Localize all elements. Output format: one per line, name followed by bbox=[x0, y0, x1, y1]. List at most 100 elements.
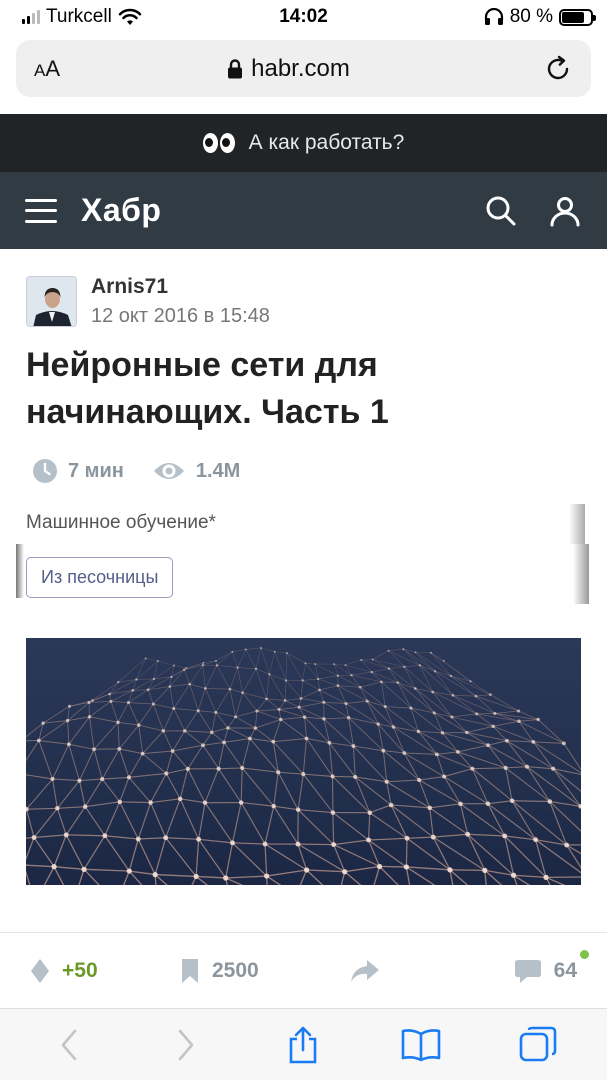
network-edge bbox=[172, 750, 189, 770]
scroll-fade-right bbox=[569, 504, 585, 544]
network-edge bbox=[211, 727, 229, 733]
network-node bbox=[63, 832, 69, 838]
sandbox-badge[interactable]: Из песочницы bbox=[26, 557, 174, 598]
share-article-button[interactable] bbox=[350, 959, 460, 983]
bookmark-button[interactable]: 2500 bbox=[180, 958, 350, 984]
tabs-button[interactable] bbox=[516, 1023, 560, 1067]
network-edge bbox=[83, 868, 100, 885]
network-edge bbox=[245, 649, 257, 669]
network-edge bbox=[198, 838, 227, 879]
network-edge bbox=[360, 681, 382, 688]
network-edge bbox=[391, 804, 430, 809]
forward-button[interactable] bbox=[164, 1023, 208, 1067]
signal-icon bbox=[22, 10, 40, 24]
rating-button[interactable]: +50 bbox=[30, 958, 180, 984]
network-edge bbox=[56, 780, 80, 809]
network-edge bbox=[260, 647, 270, 675]
network-edge bbox=[184, 730, 212, 733]
network-edge bbox=[302, 663, 306, 681]
network-edge bbox=[332, 775, 356, 778]
network-node bbox=[376, 722, 380, 726]
network-edge bbox=[278, 700, 286, 710]
network-edge bbox=[284, 680, 287, 701]
comments-button[interactable]: 64 bbox=[514, 949, 589, 984]
network-edge bbox=[318, 678, 339, 686]
network-edge bbox=[371, 671, 398, 683]
site-logo[interactable]: Хабр bbox=[81, 192, 454, 229]
network-edge bbox=[169, 686, 175, 709]
network-edge bbox=[52, 744, 70, 780]
battery-icon bbox=[559, 8, 596, 26]
network-edge bbox=[173, 708, 199, 712]
network-node bbox=[77, 778, 82, 783]
network-edge bbox=[467, 833, 514, 876]
network-edge bbox=[404, 666, 433, 693]
url-text[interactable]: habr.com bbox=[251, 55, 350, 83]
network-edge bbox=[381, 681, 398, 683]
network-edge bbox=[386, 779, 420, 783]
network-edge bbox=[235, 692, 243, 717]
network-edge bbox=[264, 806, 275, 845]
site-header: Хабр bbox=[0, 172, 607, 249]
avatar[interactable] bbox=[26, 276, 77, 327]
network-node bbox=[265, 697, 268, 701]
article-title[interactable]: Нейронные сети для начинающих. Часть 1 bbox=[26, 342, 586, 436]
network-edge bbox=[505, 767, 551, 802]
network-node bbox=[238, 800, 244, 805]
network-node bbox=[316, 677, 320, 681]
tabs-icon bbox=[519, 1026, 557, 1061]
network-edge bbox=[297, 774, 304, 810]
reload-icon[interactable] bbox=[543, 54, 573, 84]
network-edge bbox=[89, 701, 112, 718]
network-edge bbox=[264, 843, 307, 871]
chevron-left-icon bbox=[61, 1029, 76, 1060]
network-edge bbox=[418, 779, 461, 805]
network-edge bbox=[255, 668, 270, 675]
author-name[interactable]: Arnis71 bbox=[91, 275, 270, 299]
hub-link[interactable]: Машинное обучение* bbox=[26, 512, 216, 534]
network-edge bbox=[223, 742, 243, 769]
network-node bbox=[215, 659, 218, 662]
network-node bbox=[183, 668, 186, 672]
network-edge bbox=[128, 702, 154, 705]
network-node bbox=[416, 729, 421, 734]
network-node bbox=[469, 680, 472, 683]
network-edge bbox=[475, 694, 491, 697]
network-node bbox=[254, 667, 258, 671]
network-node bbox=[271, 803, 276, 809]
banner-text[interactable]: А как работать? bbox=[249, 131, 405, 155]
search-icon[interactable] bbox=[484, 194, 518, 228]
network-edge bbox=[128, 702, 140, 726]
network-edge bbox=[429, 803, 461, 809]
network-edge bbox=[88, 702, 90, 717]
network-edge bbox=[418, 779, 431, 809]
network-edge bbox=[323, 701, 346, 704]
network-edge bbox=[299, 869, 308, 885]
menu-icon[interactable] bbox=[25, 198, 57, 223]
network-edge bbox=[418, 731, 459, 753]
network-node bbox=[170, 749, 175, 753]
network-node bbox=[301, 772, 306, 777]
back-button[interactable] bbox=[47, 1023, 91, 1067]
bookmarks-button[interactable] bbox=[399, 1023, 443, 1067]
address-bar[interactable]: AA habr.com bbox=[16, 40, 591, 97]
network-node bbox=[231, 650, 234, 653]
user-icon[interactable] bbox=[548, 194, 582, 228]
network-node bbox=[318, 688, 321, 692]
network-node bbox=[216, 766, 221, 771]
network-edge bbox=[333, 839, 369, 846]
network-edge bbox=[118, 748, 130, 778]
network-edge bbox=[266, 698, 286, 701]
network-edge bbox=[256, 709, 280, 712]
network-edge bbox=[351, 671, 372, 676]
network-edge bbox=[118, 724, 140, 750]
text-size-button[interactable]: AA bbox=[34, 56, 94, 82]
share-button[interactable] bbox=[281, 1023, 325, 1067]
promo-banner[interactable]: А как работать? bbox=[0, 114, 607, 172]
network-edge bbox=[142, 750, 173, 755]
network-edge bbox=[511, 800, 537, 840]
network-edge bbox=[300, 698, 324, 703]
network-edge bbox=[53, 866, 65, 885]
network-node bbox=[148, 800, 153, 805]
network-node bbox=[91, 699, 94, 702]
